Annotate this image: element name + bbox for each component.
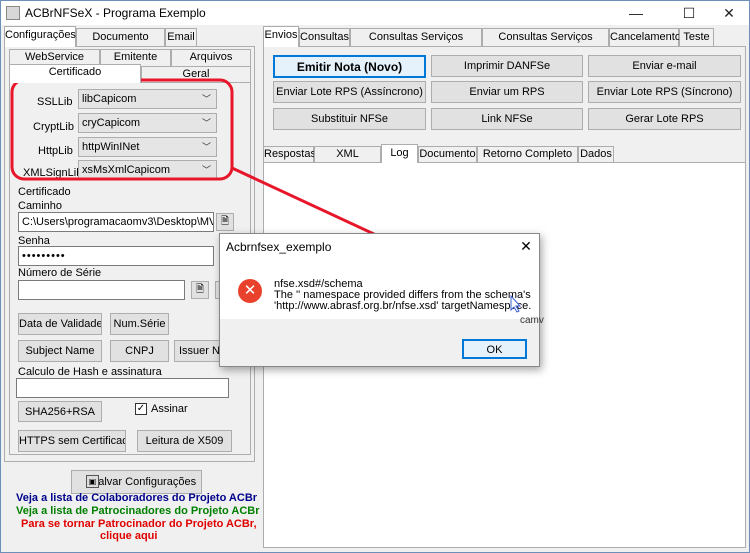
tab-log[interactable]: Log [381, 144, 418, 163]
dialog-close-icon[interactable]: ✕ [516, 236, 536, 256]
cursor-label: camv [520, 315, 544, 326]
error-dialog: Acbrnfsex_exemplo ✕ ✕ nfse.xsd#/schema T… [219, 233, 544, 367]
annotation-highlight [10, 78, 234, 181]
tab-certificado[interactable]: Certificado [9, 64, 141, 83]
tab-configuracoes[interactable]: Configurações [4, 26, 76, 47]
dialog-title: Acbrnfsex_exemplo [226, 240, 332, 254]
mouse-cursor-icon [510, 295, 522, 313]
error-icon: ✕ [238, 279, 262, 303]
ok-button[interactable]: OK [462, 339, 527, 359]
tab-envios[interactable]: Envios [263, 26, 299, 47]
dialog-message-line3: 'http://www.abrasf.org.br/nfse.xsd' targ… [274, 300, 532, 312]
